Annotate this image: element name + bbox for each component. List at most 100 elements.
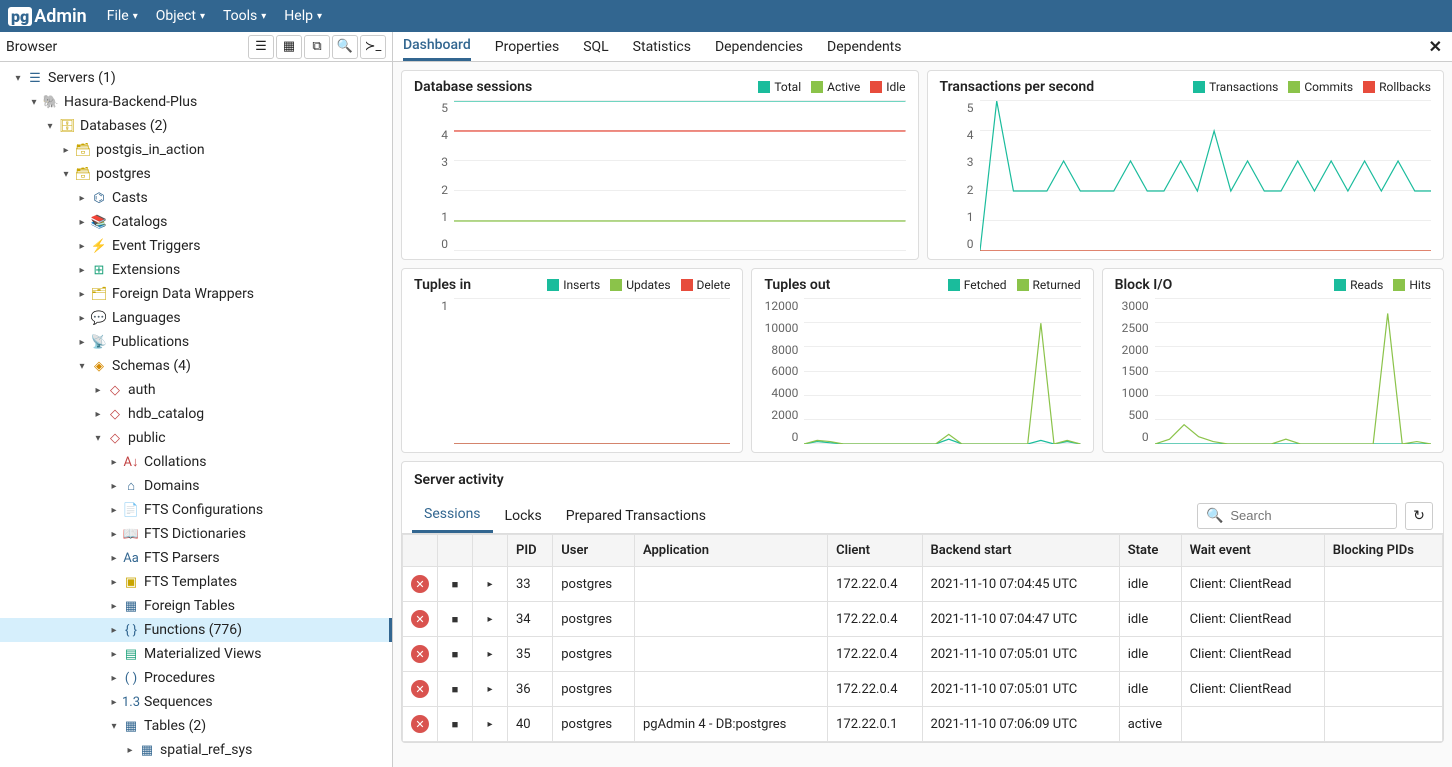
table-row[interactable]: ✕■▸34postgres172.22.0.42021-11-10 07:04:… xyxy=(403,602,1443,637)
tree-toggle-icon[interactable]: ▸ xyxy=(106,601,122,612)
menu-file[interactable]: File▾ xyxy=(107,8,138,24)
refresh-button[interactable]: ↻ xyxy=(1405,502,1433,530)
tree-node[interactable]: ▾☰Servers (1) xyxy=(0,66,392,90)
tree-toggle-icon[interactable]: ▾ xyxy=(42,121,58,132)
tree-toggle-icon[interactable]: ▸ xyxy=(74,289,90,300)
tree-node[interactable]: ▸1.3Sequences xyxy=(0,690,392,714)
column-header[interactable]: Wait event xyxy=(1181,535,1324,567)
column-header[interactable]: User xyxy=(553,535,635,567)
tree-node[interactable]: ▸▦Foreign Tables xyxy=(0,594,392,618)
close-panel-icon[interactable]: ✕ xyxy=(1429,37,1442,56)
tab-statistics[interactable]: Statistics xyxy=(633,34,691,60)
tree-node[interactable]: ▸◇hdb_catalog xyxy=(0,402,392,426)
column-header[interactable]: PID xyxy=(508,535,553,567)
tree-toggle-icon[interactable]: ▸ xyxy=(58,145,74,156)
menu-object[interactable]: Object▾ xyxy=(156,8,205,24)
tree-node[interactable]: ▸⊞Extensions xyxy=(0,258,392,282)
cancel-session-icon[interactable]: ✕ xyxy=(411,575,429,593)
tree-toggle-icon[interactable]: ▸ xyxy=(106,481,122,492)
tree-node[interactable]: ▸📡Publications xyxy=(0,330,392,354)
table-row[interactable]: ✕■▸36postgres172.22.0.42021-11-10 07:05:… xyxy=(403,672,1443,707)
column-header[interactable]: Backend start xyxy=(922,535,1119,567)
tree-toggle-icon[interactable]: ▸ xyxy=(106,577,122,588)
tree-node[interactable]: ▾🗄Databases (2) xyxy=(0,114,392,138)
tree-node[interactable]: ▾◇public xyxy=(0,426,392,450)
tree-node[interactable]: ▾🗃postgres xyxy=(0,162,392,186)
tree-toggle-icon[interactable]: ▸ xyxy=(74,337,90,348)
expand-row-icon[interactable]: ▸ xyxy=(481,575,499,593)
tree-toggle-icon[interactable]: ▸ xyxy=(106,553,122,564)
terminate-session-icon[interactable]: ■ xyxy=(446,680,464,698)
tree-node[interactable]: ▸AaFTS Parsers xyxy=(0,546,392,570)
tool-filter-icon[interactable]: ⧉ xyxy=(304,35,330,59)
tree-toggle-icon[interactable]: ▸ xyxy=(122,745,138,756)
tree-toggle-icon[interactable]: ▾ xyxy=(90,433,106,444)
search-input[interactable] xyxy=(1230,508,1388,523)
tree-node[interactable]: ▸▣FTS Templates xyxy=(0,570,392,594)
tool-terminal-icon[interactable]: ≻_ xyxy=(360,35,386,59)
tree-toggle-icon[interactable]: ▾ xyxy=(10,73,26,84)
tree-node[interactable]: ▸🗃postgis_in_action xyxy=(0,138,392,162)
tree-toggle-icon[interactable]: ▾ xyxy=(106,721,122,732)
tree-toggle-icon[interactable]: ▸ xyxy=(106,625,122,636)
tool-grid-icon[interactable]: ▦ xyxy=(276,35,302,59)
column-header[interactable]: State xyxy=(1119,535,1181,567)
tree-node[interactable]: ▸◇auth xyxy=(0,378,392,402)
activity-tab-locks[interactable]: Locks xyxy=(493,500,554,532)
tree-toggle-icon[interactable]: ▸ xyxy=(74,313,90,324)
expand-row-icon[interactable]: ▸ xyxy=(481,680,499,698)
cancel-session-icon[interactable]: ✕ xyxy=(411,645,429,663)
table-row[interactable]: ✕■▸33postgres172.22.0.42021-11-10 07:04:… xyxy=(403,567,1443,602)
tree-node[interactable]: ▸📚Catalogs xyxy=(0,210,392,234)
tree-node[interactable]: ▸⌂Domains xyxy=(0,474,392,498)
cancel-session-icon[interactable]: ✕ xyxy=(411,610,429,628)
tree-toggle-icon[interactable]: ▾ xyxy=(58,169,74,180)
tree-node[interactable]: ▸⌬Casts xyxy=(0,186,392,210)
tree-toggle-icon[interactable]: ▸ xyxy=(74,193,90,204)
terminate-session-icon[interactable]: ■ xyxy=(446,645,464,663)
tree-node[interactable]: ▸{ }Functions (776) xyxy=(0,618,392,642)
tree-node[interactable]: ▾▦Tables (2) xyxy=(0,714,392,738)
column-header[interactable]: Client xyxy=(828,535,922,567)
cancel-session-icon[interactable]: ✕ xyxy=(411,680,429,698)
activity-tab-sessions[interactable]: Sessions xyxy=(412,498,493,533)
tree-node[interactable]: ▸A↓Collations xyxy=(0,450,392,474)
terminate-session-icon[interactable]: ■ xyxy=(446,575,464,593)
table-row[interactable]: ✕■▸35postgres172.22.0.42021-11-10 07:05:… xyxy=(403,637,1443,672)
tree-toggle-icon[interactable]: ▸ xyxy=(106,457,122,468)
object-tree[interactable]: ▾☰Servers (1)▾🐘Hasura-Backend-Plus▾🗄Data… xyxy=(0,62,392,767)
cancel-session-icon[interactable]: ✕ xyxy=(411,715,429,733)
tree-node[interactable]: ▾◈Schemas (4) xyxy=(0,354,392,378)
tab-sql[interactable]: SQL xyxy=(583,34,608,60)
tree-toggle-icon[interactable]: ▸ xyxy=(74,217,90,228)
menu-help[interactable]: Help▾ xyxy=(284,8,322,24)
tree-node[interactable]: ▸📄FTS Configurations xyxy=(0,498,392,522)
expand-row-icon[interactable]: ▸ xyxy=(481,645,499,663)
tab-dependents[interactable]: Dependents xyxy=(827,34,901,60)
tab-dashboard[interactable]: Dashboard xyxy=(403,32,471,61)
activity-tab-prepared-transactions[interactable]: Prepared Transactions xyxy=(554,500,718,532)
tree-node[interactable]: ▾🐘Hasura-Backend-Plus xyxy=(0,90,392,114)
tree-node[interactable]: ▸📖FTS Dictionaries xyxy=(0,522,392,546)
tab-dependencies[interactable]: Dependencies xyxy=(715,34,803,60)
table-row[interactable]: ✕■▸40postgrespgAdmin 4 - DB:postgres172.… xyxy=(403,707,1443,742)
tree-toggle-icon[interactable]: ▸ xyxy=(106,529,122,540)
tree-node[interactable]: ▸🗂Foreign Data Wrappers xyxy=(0,282,392,306)
menu-tools[interactable]: Tools▾ xyxy=(223,8,266,24)
expand-row-icon[interactable]: ▸ xyxy=(481,715,499,733)
tree-toggle-icon[interactable]: ▸ xyxy=(106,649,122,660)
terminate-session-icon[interactable]: ■ xyxy=(446,715,464,733)
tree-toggle-icon[interactable]: ▸ xyxy=(106,697,122,708)
terminate-session-icon[interactable]: ■ xyxy=(446,610,464,628)
tree-toggle-icon[interactable]: ▸ xyxy=(74,241,90,252)
tool-search-icon[interactable]: 🔍 xyxy=(332,35,358,59)
tree-node[interactable]: ▸( )Procedures xyxy=(0,666,392,690)
tree-toggle-icon[interactable]: ▾ xyxy=(74,361,90,372)
tree-toggle-icon[interactable]: ▸ xyxy=(90,409,106,420)
tree-node[interactable]: ▸▦spatial_ref_sys xyxy=(0,738,392,762)
tab-properties[interactable]: Properties xyxy=(495,34,559,60)
tree-node[interactable]: ▸⚡Event Triggers xyxy=(0,234,392,258)
column-header[interactable]: Blocking PIDs xyxy=(1324,535,1442,567)
tool-tree-icon[interactable]: ☰ xyxy=(248,35,274,59)
expand-row-icon[interactable]: ▸ xyxy=(481,610,499,628)
